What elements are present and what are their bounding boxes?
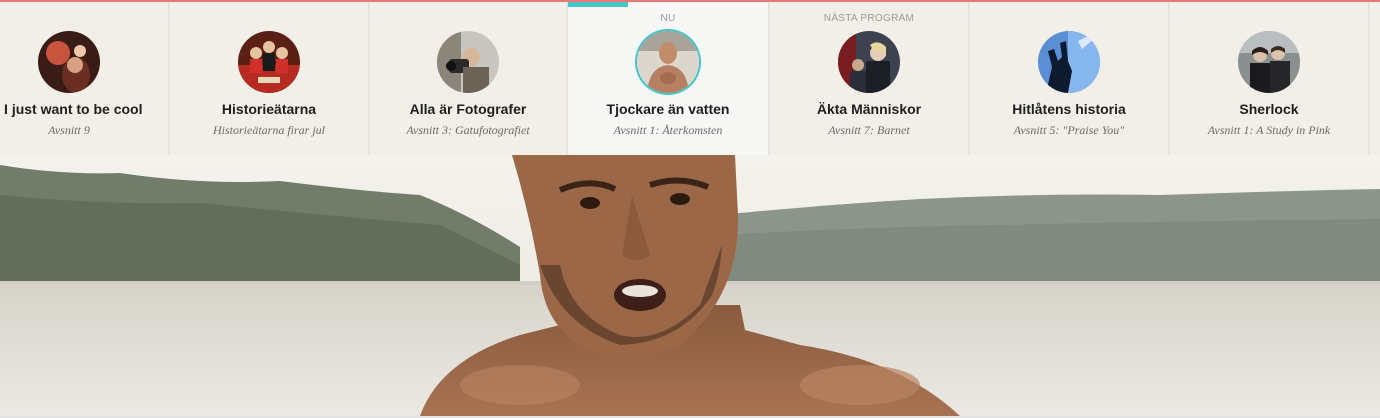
- show-title: Sherlock: [1239, 101, 1299, 117]
- hero-image[interactable]: [0, 155, 1380, 416]
- show-thumbnail-icon: [1238, 31, 1300, 93]
- show-thumbnail-icon: [38, 31, 100, 93]
- episode-subtitle: Avsnitt 7: Barnet: [828, 123, 910, 137]
- episode-subtitle: Avsnitt 5: "Praise You": [1013, 123, 1125, 137]
- show-title: Hitlåtens historia: [1012, 101, 1126, 117]
- schedule-item[interactable]: Alla är Fotografer Avsnitt 3: Gatufotogr…: [370, 2, 568, 155]
- episode-subtitle: Avsnitt 1: Återkomsten: [613, 123, 723, 137]
- show-title: Tjockare än vatten: [606, 101, 730, 117]
- schedule-item[interactable]: Sherlock Avsnitt 1: A Study in Pink: [1170, 2, 1370, 155]
- schedule-item[interactable]: Historieätarna Historieätarna firar jul: [170, 2, 370, 155]
- schedule-item[interactable]: - I just want to be cool Avsnitt 9: [0, 2, 170, 155]
- show-title: Historieätarna: [221, 101, 317, 117]
- show-title: - I just want to be cool: [0, 101, 143, 117]
- show-title: Alla är Fotografer: [409, 101, 527, 117]
- episode-subtitle: Avsnitt 3: Gatufotografiet: [406, 123, 530, 137]
- show-thumbnail-icon: [238, 31, 300, 93]
- schedule-item[interactable]: Hitlåtens historia Avsnitt 5: "Praise Yo…: [970, 2, 1170, 155]
- now-indicator-bar: [568, 2, 628, 7]
- show-thumbnail-icon: [1038, 31, 1100, 93]
- program-schedule-strip: - I just want to be cool Avsnitt 9 Histo…: [0, 2, 1380, 155]
- show-thumbnail-icon: [637, 31, 699, 93]
- show-thumbnail-icon: [437, 31, 499, 93]
- show-title: Äkta Människor: [816, 101, 922, 117]
- episode-subtitle: Historieätarna firar jul: [212, 123, 325, 137]
- episode-subtitle: Avsnitt 1: A Study in Pink: [1207, 123, 1331, 137]
- next-program-label: NÄSTA PROGRAM: [823, 13, 915, 24]
- schedule-item-next[interactable]: NÄSTA PROGRAM Äkta Människor Avsnitt 7: …: [770, 2, 970, 155]
- now-label: NU: [660, 13, 676, 24]
- schedule-item-now[interactable]: NU Tjockare än vatten Avsnitt 1: Återkom…: [568, 2, 770, 155]
- show-thumbnail-icon: [838, 31, 900, 93]
- hero-illustration: [0, 155, 1380, 416]
- episode-subtitle: Avsnitt 9: [48, 123, 90, 137]
